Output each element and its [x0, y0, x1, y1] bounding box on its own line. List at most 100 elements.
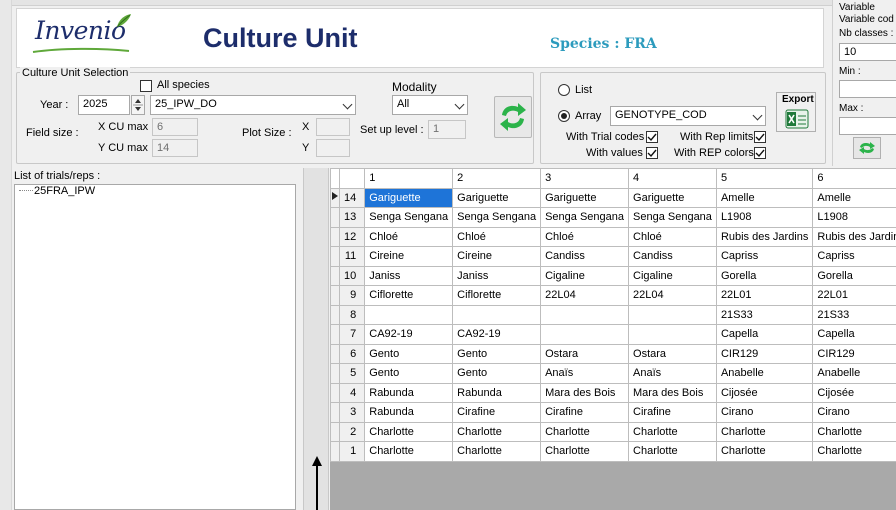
- trial-item-25fra-ipw[interactable]: 25FRA_IPW: [34, 185, 95, 197]
- grid-cell[interactable]: Gento: [364, 343, 454, 364]
- grid-cell[interactable]: [628, 324, 717, 345]
- grid-cell[interactable]: Rubis des Jardins: [812, 226, 896, 247]
- column-header[interactable]: 4: [628, 168, 717, 189]
- grid-cell[interactable]: Ciflorette: [452, 285, 542, 306]
- grid-cell[interactable]: 22L01: [715, 285, 814, 306]
- grid-cell[interactable]: L1908: [812, 207, 896, 228]
- row-pointer-cell[interactable]: [330, 441, 340, 462]
- column-header[interactable]: 5: [715, 168, 814, 189]
- grid-cell[interactable]: Senga Sengana: [628, 207, 717, 228]
- grid-cell[interactable]: Rubis des Jardins: [715, 226, 814, 247]
- rep-colors-checkbox[interactable]: [754, 147, 766, 159]
- grid-cell[interactable]: Amelle: [812, 187, 896, 208]
- grid-cell[interactable]: Candiss: [628, 246, 717, 267]
- row-pointer-cell[interactable]: [330, 226, 340, 247]
- grid-cell[interactable]: 22L04: [628, 285, 717, 306]
- grid-cell[interactable]: Mara des Bois: [628, 382, 717, 403]
- export-button[interactable]: [776, 92, 816, 132]
- grid-cell[interactable]: Cirafine: [628, 402, 717, 423]
- grid-cell[interactable]: Senga Sengana: [452, 207, 542, 228]
- grid-cell[interactable]: Cigaline: [540, 265, 630, 286]
- grid-cell[interactable]: [540, 304, 630, 325]
- grid-cell[interactable]: Ostara: [540, 343, 630, 364]
- culture-unit-table[interactable]: 1 2 3 4 5 6 14 Gariguette Gariguette Gariguette Ga…: [330, 168, 896, 462]
- grid-cell[interactable]: Gorella: [812, 265, 896, 286]
- grid-cell[interactable]: Gento: [452, 363, 542, 384]
- modality-dropdown[interactable]: All: [392, 95, 468, 115]
- grid-cell[interactable]: Cirafine: [540, 402, 630, 423]
- row-pointer-cell[interactable]: [330, 285, 340, 306]
- culture-unit-grid[interactable]: 1 2 3 4 5 6 14 Gariguette Gariguette Gariguette Ga…: [330, 168, 896, 510]
- array-variable-dropdown[interactable]: GENOTYPE_COD: [610, 106, 766, 126]
- row-pointer-cell[interactable]: [330, 363, 340, 384]
- grid-cell[interactable]: Chloé: [364, 226, 454, 247]
- grid-cell[interactable]: Anaïs: [628, 363, 717, 384]
- panel-splitter[interactable]: [303, 168, 329, 510]
- grid-cell[interactable]: 21S33: [812, 304, 896, 325]
- grid-cell[interactable]: Chloé: [628, 226, 717, 247]
- row-pointer-cell[interactable]: [330, 324, 340, 345]
- max-input[interactable]: [839, 117, 896, 135]
- grid-cell[interactable]: Charlotte: [812, 441, 896, 462]
- grid-cell[interactable]: Charlotte: [715, 441, 814, 462]
- year-spinner[interactable]: [131, 95, 145, 115]
- apply-classes-button[interactable]: [853, 137, 881, 159]
- grid-cell[interactable]: Gariguette: [364, 187, 454, 208]
- grid-cell[interactable]: Cirafine: [452, 402, 542, 423]
- grid-cell[interactable]: Chloé: [540, 226, 630, 247]
- grid-cell[interactable]: Janiss: [364, 265, 454, 286]
- row-pointer-cell[interactable]: [330, 265, 340, 286]
- grid-cell[interactable]: Chloé: [452, 226, 542, 247]
- column-header[interactable]: 6: [812, 168, 896, 189]
- grid-cell[interactable]: 22L04: [540, 285, 630, 306]
- grid-cell[interactable]: L1908: [715, 207, 814, 228]
- row-pointer-cell[interactable]: [330, 343, 340, 364]
- grid-cell[interactable]: Charlotte: [628, 441, 717, 462]
- grid-cell[interactable]: Cirano: [715, 402, 814, 423]
- grid-cell[interactable]: Candiss: [540, 246, 630, 267]
- grid-cell[interactable]: Ostara: [628, 343, 717, 364]
- grid-cell[interactable]: Rabunda: [364, 382, 454, 403]
- row-pointer-cell[interactable]: [330, 207, 340, 228]
- grid-cell[interactable]: Capella: [812, 324, 896, 345]
- list-radio[interactable]: [558, 84, 570, 96]
- grid-cell[interactable]: Anabelle: [812, 363, 896, 384]
- row-pointer-cell[interactable]: [330, 304, 340, 325]
- grid-cell[interactable]: Charlotte: [715, 421, 814, 442]
- grid-cell[interactable]: Gento: [452, 343, 542, 364]
- grid-cell[interactable]: Anaïs: [540, 363, 630, 384]
- grid-cell[interactable]: Charlotte: [540, 421, 630, 442]
- grid-cell[interactable]: CIR129: [812, 343, 896, 364]
- grid-cell[interactable]: Charlotte: [364, 421, 454, 442]
- grid-cell[interactable]: Mara des Bois: [540, 382, 630, 403]
- refresh-button[interactable]: [494, 96, 532, 138]
- grid-cell[interactable]: Cijosée: [715, 382, 814, 403]
- grid-cell[interactable]: Charlotte: [628, 421, 717, 442]
- grid-cell[interactable]: Gorella: [715, 265, 814, 286]
- grid-cell[interactable]: [628, 304, 717, 325]
- grid-cell[interactable]: [452, 304, 542, 325]
- array-radio[interactable]: [558, 110, 570, 122]
- grid-cell[interactable]: 22L01: [812, 285, 896, 306]
- values-checkbox[interactable]: [646, 147, 658, 159]
- grid-cell[interactable]: Cijosée: [812, 382, 896, 403]
- grid-cell[interactable]: Capriss: [715, 246, 814, 267]
- grid-cell[interactable]: Ciflorette: [364, 285, 454, 306]
- grid-cell[interactable]: Rabunda: [452, 382, 542, 403]
- year-input[interactable]: 2025: [78, 95, 130, 115]
- row-pointer-cell[interactable]: [330, 382, 340, 403]
- grid-cell[interactable]: Amelle: [715, 187, 814, 208]
- row-pointer-cell[interactable]: [330, 246, 340, 267]
- grid-cell[interactable]: Cirano: [812, 402, 896, 423]
- grid-cell[interactable]: CA92-19: [452, 324, 542, 345]
- row-pointer-cell[interactable]: [330, 402, 340, 423]
- grid-cell[interactable]: Gento: [364, 363, 454, 384]
- grid-cell[interactable]: CIR129: [715, 343, 814, 364]
- min-input[interactable]: [839, 80, 896, 98]
- grid-cell[interactable]: Senga Sengana: [540, 207, 630, 228]
- grid-cell[interactable]: Janiss: [452, 265, 542, 286]
- grid-cell[interactable]: Gariguette: [628, 187, 717, 208]
- grid-cell[interactable]: CA92-19: [364, 324, 454, 345]
- column-header[interactable]: 1: [364, 168, 454, 189]
- grid-cell[interactable]: [540, 324, 630, 345]
